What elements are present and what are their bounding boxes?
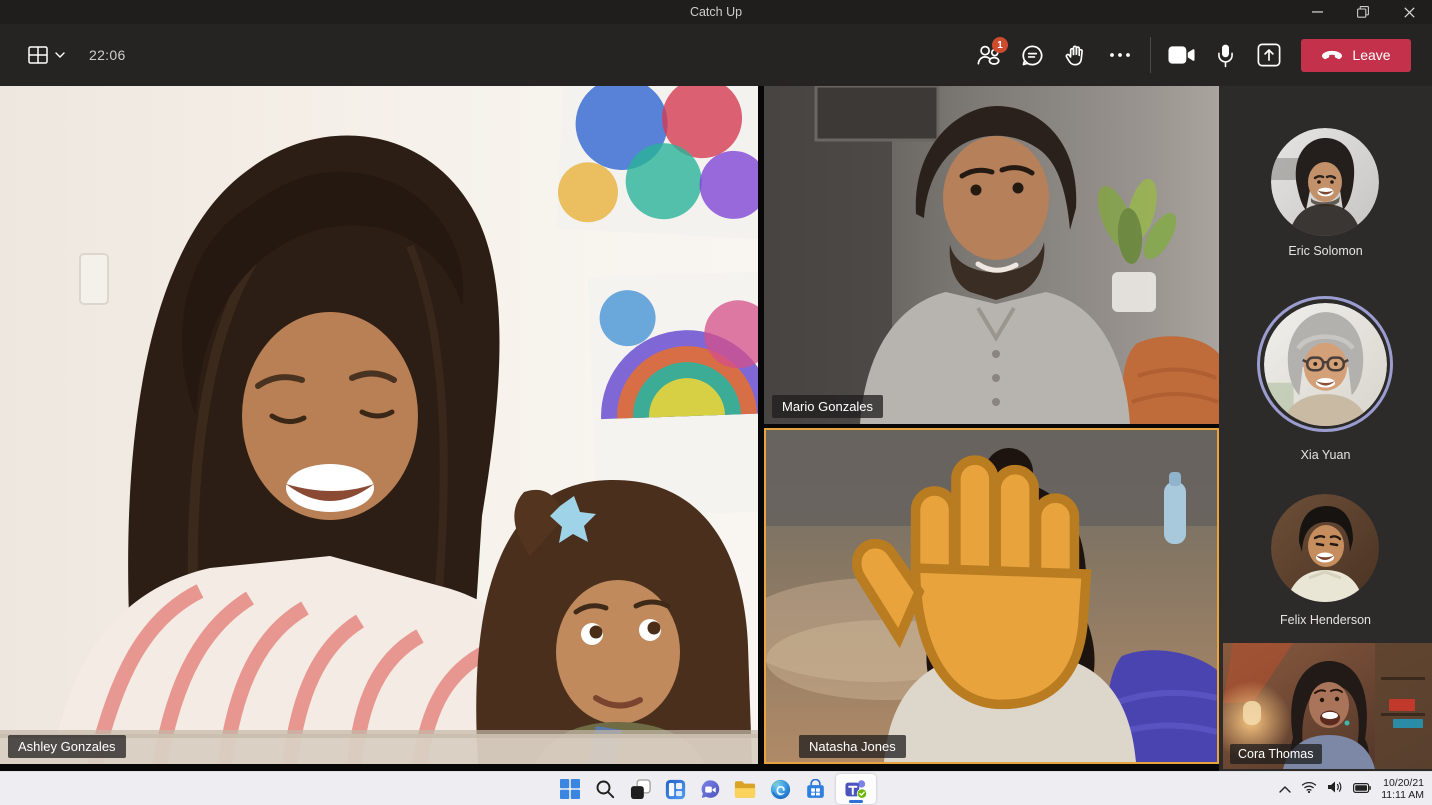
task-view-button[interactable] xyxy=(626,775,654,803)
share-screen-icon xyxy=(1257,43,1281,67)
video-tile-mario-gonzales[interactable]: Mario Gonzales xyxy=(764,86,1219,424)
tray-volume-button[interactable] xyxy=(1327,780,1343,799)
participant-name: Xia Yuan xyxy=(1219,448,1432,462)
clock-button[interactable]: 10/20/21 11:11 AM xyxy=(1381,777,1424,801)
participants-badge: 1 xyxy=(992,37,1008,53)
taskbar-app-icons xyxy=(556,772,876,805)
tray-chevron-up-button[interactable] xyxy=(1279,780,1291,798)
restore-button[interactable] xyxy=(1340,0,1386,24)
participants-button[interactable]: 1 xyxy=(966,35,1010,75)
camera-toggle-button[interactable] xyxy=(1159,35,1203,75)
video-stage: Ashley Gonzales xyxy=(0,86,1432,771)
chevron-down-icon xyxy=(55,52,65,58)
file-explorer-button[interactable] xyxy=(731,775,759,803)
minimize-icon xyxy=(1312,11,1323,13)
microsoft-store-icon xyxy=(805,779,826,800)
restore-icon xyxy=(1357,6,1369,18)
hand-raised-icon xyxy=(779,428,1219,740)
file-explorer-icon xyxy=(734,779,756,799)
xia-avatar-illustration xyxy=(1264,303,1387,426)
eric-avatar-illustration xyxy=(1271,128,1379,236)
ashley-video-illustration xyxy=(0,86,758,764)
avatar-eric-solomon[interactable] xyxy=(1271,128,1379,236)
gallery-layout-icon xyxy=(28,46,48,64)
title-bar: Catch Up xyxy=(0,0,1432,24)
leave-button-label: Leave xyxy=(1352,47,1390,63)
tray-time: 11:11 AM xyxy=(1381,789,1424,801)
toolbar-left-group: 22:06 xyxy=(20,24,126,86)
video-tile-natasha-jones[interactable]: Natasha Jones xyxy=(764,428,1219,764)
gallery-layout-button[interactable] xyxy=(20,40,73,70)
widgets-icon xyxy=(665,779,686,800)
edge-browser-button[interactable] xyxy=(766,775,794,803)
raise-hand-icon xyxy=(1064,42,1088,69)
start-button[interactable] xyxy=(556,775,584,803)
microphone-icon xyxy=(1215,42,1236,69)
chat-icon xyxy=(1020,43,1045,68)
microsoft-store-button[interactable] xyxy=(801,775,829,803)
camera-icon xyxy=(1168,45,1195,65)
active-app-indicator xyxy=(849,800,863,803)
teams-app-button-active[interactable] xyxy=(836,774,876,804)
battery-icon xyxy=(1353,783,1371,793)
minimize-button[interactable] xyxy=(1294,0,1340,24)
wifi-icon xyxy=(1301,781,1317,793)
edge-browser-icon xyxy=(770,779,791,800)
mario-video-illustration xyxy=(764,86,1219,424)
avatar-xia-yuan-speaking[interactable] xyxy=(1257,296,1393,432)
participant-name-label: Ashley Gonzales xyxy=(8,735,126,758)
chevron-up-icon xyxy=(1279,786,1291,793)
volume-icon xyxy=(1327,780,1343,794)
participant-name-label: Cora Thomas xyxy=(1230,744,1322,764)
felix-avatar-illustration xyxy=(1271,494,1379,602)
chat-button[interactable] xyxy=(1010,35,1054,75)
close-icon xyxy=(1404,7,1415,18)
participant-name: Eric Solomon xyxy=(1219,244,1432,258)
toolbar-divider xyxy=(1150,37,1151,73)
teams-app-icon xyxy=(844,778,868,800)
meeting-timer: 22:06 xyxy=(89,47,126,63)
participant-name-label: Mario Gonzales xyxy=(772,395,883,418)
chat-app-icon xyxy=(700,779,721,800)
more-options-icon xyxy=(1109,52,1131,58)
leave-call-icon xyxy=(1321,50,1343,61)
chat-app-button[interactable] xyxy=(696,775,724,803)
system-tray: 10/20/21 11:11 AM xyxy=(1279,772,1424,805)
toolbar-right-group: 1 xyxy=(966,24,1411,86)
search-button[interactable] xyxy=(591,775,619,803)
window-title: Catch Up xyxy=(0,0,1432,24)
avatar-felix-henderson[interactable] xyxy=(1271,494,1379,602)
task-view-icon xyxy=(630,779,651,800)
meeting-toolbar: 22:06 1 xyxy=(0,24,1432,86)
tray-battery-button[interactable] xyxy=(1353,780,1371,798)
participants-sidebar: Eric Solomon xyxy=(1219,86,1432,771)
close-button[interactable] xyxy=(1386,0,1432,24)
participant-name-label: Natasha Jones xyxy=(799,735,906,758)
windows-taskbar: 10/20/21 11:11 AM xyxy=(0,771,1432,805)
search-icon xyxy=(595,779,615,799)
widgets-button[interactable] xyxy=(661,775,689,803)
share-screen-button[interactable] xyxy=(1247,35,1291,75)
teams-meeting-window: Catch Up 22:06 xyxy=(0,0,1432,805)
microphone-toggle-button[interactable] xyxy=(1203,35,1247,75)
tray-date: 10/20/21 xyxy=(1381,777,1424,789)
leave-button[interactable]: Leave xyxy=(1301,39,1411,72)
video-tile-cora-thomas[interactable]: Cora Thomas xyxy=(1223,643,1432,769)
window-controls xyxy=(1294,0,1432,24)
participant-name: Felix Henderson xyxy=(1219,613,1432,627)
more-options-button[interactable] xyxy=(1098,35,1142,75)
avatar-xia-yuan xyxy=(1264,303,1387,426)
raise-hand-button[interactable] xyxy=(1054,35,1098,75)
video-tile-ashley-gonzales[interactable]: Ashley Gonzales xyxy=(0,86,758,764)
tray-network-button[interactable] xyxy=(1301,780,1317,798)
windows-start-icon xyxy=(560,779,580,799)
